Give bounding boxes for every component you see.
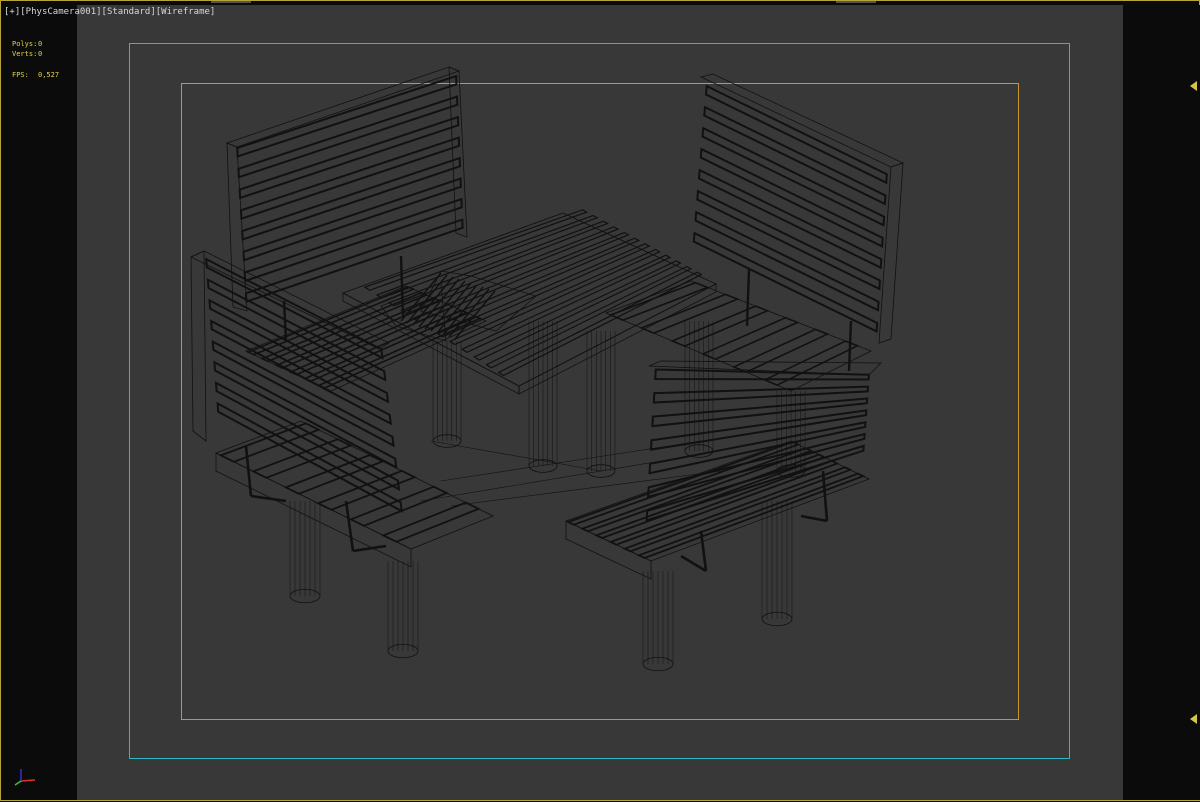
verts-label: Verts: bbox=[12, 50, 38, 58]
viewport-menu-button[interactable]: [+] bbox=[4, 6, 20, 18]
bench-seat-slat bbox=[731, 328, 830, 374]
bench-seat-slat bbox=[348, 485, 449, 527]
verts-row: Verts: 0 bbox=[12, 49, 59, 59]
bench-back-side bbox=[878, 162, 904, 344]
bench-seat-edge bbox=[215, 452, 412, 568]
bench-handle bbox=[800, 514, 828, 523]
fps-label: FPS: bbox=[12, 71, 29, 79]
wireframe-model bbox=[190, 66, 905, 672]
bench-back-slat bbox=[704, 84, 888, 185]
viewport-statistics: Polys: 0 Verts: 0 FPS: 0,527 bbox=[12, 39, 59, 80]
bench-handle bbox=[699, 530, 708, 572]
polys-label: Polys: bbox=[12, 40, 38, 48]
bench-seat-slat bbox=[622, 466, 853, 553]
fps-value: 0,527 bbox=[38, 71, 60, 79]
bench-seat-slat bbox=[701, 316, 800, 361]
shading-selector[interactable]: [Standard] bbox=[102, 6, 156, 18]
axis-tripod-icon bbox=[14, 769, 36, 786]
polys-row: Polys: 0 bbox=[12, 39, 59, 49]
bench-back-side bbox=[190, 250, 207, 442]
display-mode-selector[interactable]: [Wireframe] bbox=[156, 6, 216, 18]
bench-handle bbox=[244, 445, 253, 497]
brace bbox=[430, 440, 602, 472]
table-slat bbox=[485, 265, 693, 369]
bench-back-slat bbox=[654, 368, 870, 381]
bench-back-slat bbox=[697, 168, 883, 270]
table-slat bbox=[424, 237, 641, 330]
bench-seat-edge bbox=[565, 520, 652, 580]
verts-value: 0 bbox=[38, 50, 43, 58]
bench-back-slat bbox=[701, 126, 886, 227]
bench-back-slat bbox=[699, 147, 884, 248]
bench-handle bbox=[680, 554, 707, 573]
bench-back-slat bbox=[692, 231, 879, 333]
perspective-viewport[interactable]: [+] [PhysCamera001] [Standard] [Wirefram… bbox=[0, 0, 1200, 801]
polys-value: 0 bbox=[38, 40, 43, 48]
bench-back-slat bbox=[696, 189, 881, 291]
bench-seat-slat bbox=[670, 305, 770, 348]
viewport-label-bar: [+] [PhysCamera001] [Standard] [Wirefram… bbox=[4, 6, 215, 18]
fps-row: FPS: 0,527 bbox=[12, 70, 59, 80]
bench-seat-slat bbox=[251, 438, 353, 479]
bench-handle bbox=[399, 255, 405, 317]
bench-handle bbox=[745, 268, 751, 327]
bench-handle bbox=[344, 500, 355, 552]
brace bbox=[420, 455, 692, 502]
bench-seat-slat bbox=[608, 459, 840, 546]
bench-handle bbox=[847, 320, 853, 372]
camera-selector[interactable]: [PhysCamera001] bbox=[20, 6, 101, 18]
bench-back-slat bbox=[651, 397, 869, 428]
